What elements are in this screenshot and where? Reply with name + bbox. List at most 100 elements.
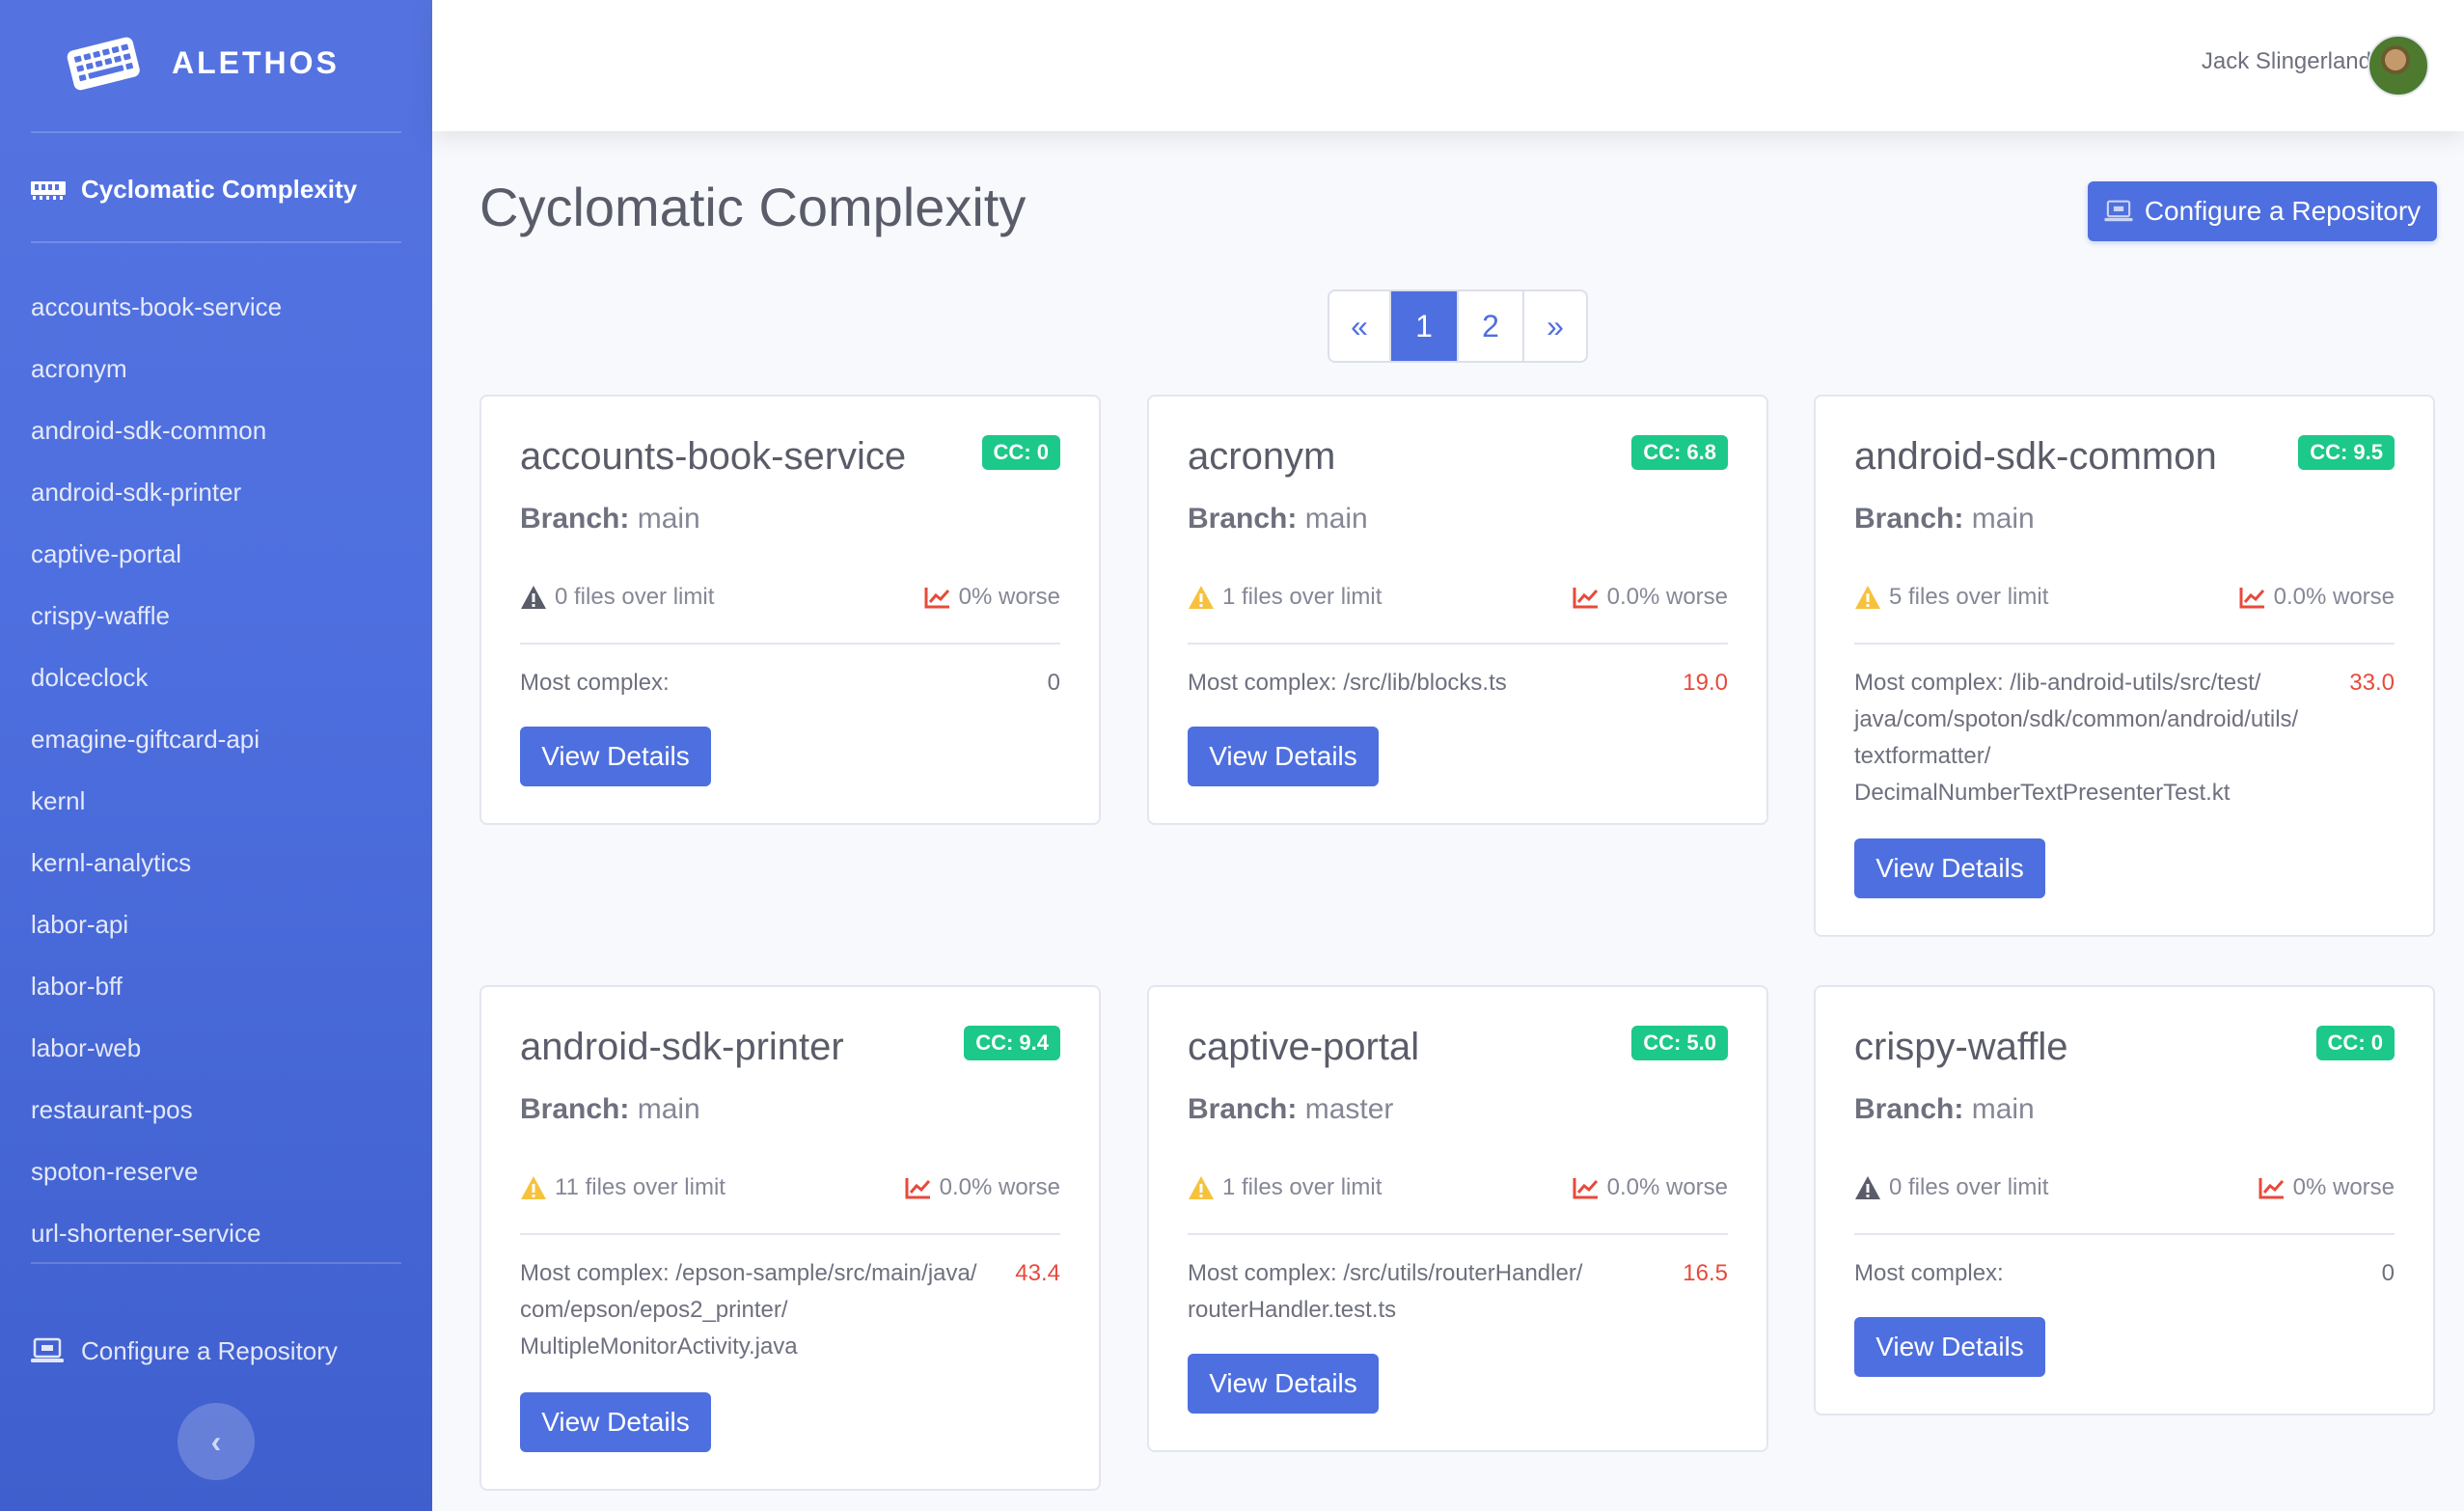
topbar: Jack Slingerland (432, 0, 2464, 131)
most-complex-text: Most complex: /epson-sample/src/main/jav… (520, 1255, 1015, 1365)
card-divider (1188, 1233, 1728, 1235)
most-complex-row: Most complex: /lib-android-utils/src/tes… (1854, 665, 2395, 811)
sidebar-divider (31, 131, 401, 133)
chevron-left-icon: ‹ (210, 1423, 222, 1459)
sidebar-item-repo[interactable]: url-shortener-service (31, 1214, 282, 1276)
stat-row: 1 files over limit 0.0% worse (1188, 580, 1728, 615)
worse-percent: 0.0% worse (939, 1174, 1060, 1200)
branch-label: Branch: (1188, 503, 1298, 535)
view-details-button[interactable]: View Details (1854, 1317, 2045, 1377)
card-divider (520, 643, 1060, 645)
sidebar-item-repo[interactable]: captive-portal (31, 535, 282, 596)
sidebar-divider (31, 1262, 401, 1264)
pagination: « 1 2 » (1328, 289, 1588, 363)
card-divider (520, 1233, 1060, 1235)
repo-card: acronym CC: 6.8 Branch: main 1 files ove… (1147, 395, 1768, 825)
branch-info: Branch: main (1854, 1093, 2035, 1126)
chart-line-icon (1573, 588, 1598, 609)
cc-badge: CC: 5.0 (1631, 1026, 1728, 1060)
branch-name: master (1304, 1093, 1394, 1125)
sidebar-item-repo[interactable]: kernl-analytics (31, 843, 282, 905)
most-complex-value: 16.5 (1683, 1260, 1728, 1286)
brand[interactable]: ALETHOS (64, 29, 340, 96)
brand-name: ALETHOS (172, 44, 340, 80)
stat-row: 1 files over limit 0.0% worse (1188, 1170, 1728, 1205)
most-complex-value: 43.4 (1015, 1260, 1060, 1286)
avatar[interactable] (2368, 35, 2429, 96)
sidebar-divider (31, 241, 401, 243)
stat-row: 0 files over limit 0% worse (520, 580, 1060, 615)
sidebar-item-repo[interactable]: labor-bff (31, 967, 282, 1029)
keyboard-icon (67, 37, 140, 91)
warning-icon (1189, 1176, 1214, 1199)
view-details-button[interactable]: View Details (520, 1392, 711, 1452)
sidebar-item-repo[interactable]: android-sdk-common (31, 411, 282, 473)
files-over-limit: 0 files over limit (1889, 1174, 2049, 1200)
stat-row: 0 files over limit 0% worse (1854, 1170, 2395, 1205)
laptop-icon (31, 1337, 64, 1362)
sidebar-item-repo[interactable]: spoton-reserve (31, 1152, 282, 1214)
stat-row: 11 files over limit 0.0% worse (520, 1170, 1060, 1205)
repo-card: captive-portal CC: 5.0 Branch: master 1 … (1147, 985, 1768, 1452)
most-complex-label: Most complex: (520, 670, 670, 696)
configure-repository-label: Configure a Repository (2144, 196, 2422, 226)
repo-card: accounts-book-service CC: 0 Branch: main… (479, 395, 1101, 825)
sidebar-item-repo[interactable]: accounts-book-service (31, 288, 282, 349)
sidebar-item-label: Cyclomatic Complexity (81, 174, 358, 204)
pagination-prev[interactable]: « (1329, 291, 1391, 361)
chart-line-icon (1573, 1178, 1598, 1199)
most-complex-row: Most complex: /src/utils/routerHandler/ … (1188, 1255, 1728, 1329)
page-title: Cyclomatic Complexity (479, 177, 1027, 237)
worse-percent: 0.0% worse (2273, 584, 2395, 610)
chart-line-icon (905, 1178, 930, 1199)
most-complex-path: /src/lib/blocks.ts (1343, 670, 1507, 696)
sidebar-item-repo[interactable]: restaurant-pos (31, 1090, 282, 1152)
card-divider (1854, 1233, 2395, 1235)
pagination-page-2[interactable]: 2 (1459, 291, 1524, 361)
sidebar-item-repo[interactable]: android-sdk-printer (31, 473, 282, 535)
most-complex-label: Most complex: (1854, 670, 2004, 696)
worse-percent: 0% worse (2292, 1174, 2395, 1200)
cc-badge: CC: 9.5 (2298, 435, 2395, 470)
user-name[interactable]: Jack Slingerland (2202, 48, 2371, 75)
configure-repository-button[interactable]: Configure a Repository (2088, 181, 2437, 241)
laptop-icon (2104, 200, 2133, 222)
sidebar-item-repo[interactable]: dolceclock (31, 658, 282, 720)
view-details-button[interactable]: View Details (1854, 838, 2045, 898)
pagination-page-1[interactable]: 1 (1391, 291, 1459, 361)
files-over-limit: 1 files over limit (1222, 584, 1383, 610)
warning-icon (521, 1176, 546, 1199)
sidebar-item-repo[interactable]: kernl (31, 782, 282, 843)
files-over-limit: 1 files over limit (1222, 1174, 1383, 1200)
sidebar-item-repo[interactable]: acronym (31, 349, 282, 411)
sidebar-toggle-button[interactable]: ‹ (178, 1403, 255, 1480)
most-complex-row: Most complex: 0 (520, 665, 1060, 701)
sidebar-item-repo[interactable]: labor-web (31, 1029, 282, 1090)
card-divider (1188, 643, 1728, 645)
most-complex-label: Most complex: (1854, 1260, 2004, 1286)
branch-label: Branch: (520, 1093, 630, 1125)
branch-info: Branch: master (1188, 1093, 1393, 1126)
warning-icon (1855, 586, 1880, 609)
sidebar-item-repo[interactable]: emagine-giftcard-api (31, 720, 282, 782)
most-complex-label: Most complex: (1188, 1260, 1337, 1286)
worse-percent: 0% worse (958, 584, 1060, 610)
branch-info: Branch: main (1854, 503, 2035, 536)
sidebar: ALETHOS Cyclomatic Complexity accounts-b… (0, 0, 432, 1511)
view-details-button[interactable]: View Details (1188, 727, 1379, 786)
most-complex-value: 33.0 (2349, 670, 2395, 696)
branch-name: main (1971, 1093, 2035, 1125)
repo-name: android-sdk-printer (520, 1026, 844, 1068)
view-details-button[interactable]: View Details (1188, 1354, 1379, 1414)
sidebar-item-repo[interactable]: crispy-waffle (31, 596, 282, 658)
view-details-button[interactable]: View Details (520, 727, 711, 786)
repo-name: captive-portal (1188, 1026, 1420, 1068)
repo-name: crispy-waffle (1854, 1026, 2068, 1068)
branch-name: main (637, 503, 700, 535)
sidebar-item-repo[interactable]: labor-api (31, 905, 282, 967)
sidebar-configure-repository[interactable]: Configure a Repository (31, 1330, 338, 1372)
repo-name: acronym (1188, 435, 1336, 478)
sidebar-item-cyclomatic-complexity[interactable]: Cyclomatic Complexity (31, 170, 357, 208)
most-complex-row: Most complex: /epson-sample/src/main/jav… (520, 1255, 1060, 1365)
pagination-next[interactable]: » (1524, 291, 1586, 361)
